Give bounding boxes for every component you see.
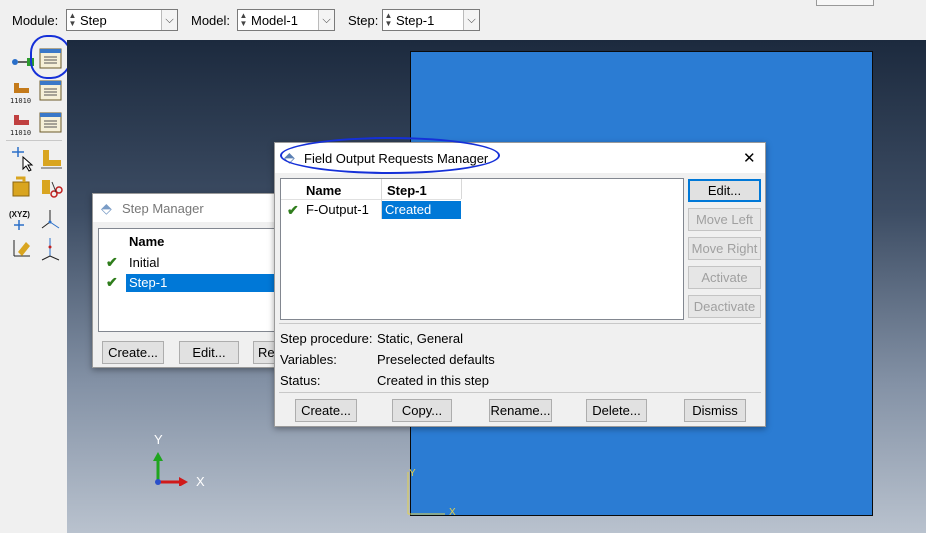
fom-row-status[interactable]: Created [382,201,461,219]
step-row-initial[interactable]: Initial [126,254,289,272]
part-axis-y: Y [409,468,416,479]
model-value: Model-1 [251,13,298,28]
fom-column-step: Step-1 [387,183,427,198]
history-output-manager-icon[interactable] [38,110,64,134]
fom-delete-button[interactable]: Delete... [586,399,647,422]
fom-dismiss-button[interactable]: Dismiss [684,399,746,422]
datum-point-icon[interactable] [38,236,64,261]
model-label: Model: [191,13,231,28]
toolbox: 11010 11010 (XYZ) [0,35,72,533]
fom-column-name: Name [306,183,342,198]
svg-text:11010: 11010 [10,97,31,105]
spinner-icon: ▲ ▼ [68,11,77,28]
check-icon: ✔ [106,274,118,290]
context-bar: Module: ▲ ▼ Step ⌵ Model: ▲ ▼ Model-1 ⌵ St… [0,0,926,40]
fom-copy-button[interactable]: Copy... [392,399,452,422]
model-combo[interactable]: ▲ ▼ Model-1 ⌵ [237,9,335,31]
select-tool-icon[interactable] [10,146,36,172]
step-manager-title: Step Manager [122,201,204,216]
cut-icon[interactable] [38,174,64,198]
check-icon: ✔ [106,254,118,270]
field-output-manager-dialog: ⬘ Field Output Requests Manager ✕ Name S… [274,142,766,427]
annotation-circle [30,35,72,79]
chevron-down-icon[interactable]: ⌵ [318,10,334,30]
fom-variables-label: Variables: [280,352,337,367]
load-icon[interactable] [38,146,64,170]
datum-axis-icon[interactable] [38,208,64,232]
history-output-request-icon[interactable]: 11010 [10,112,36,137]
svg-text:11010: 11010 [10,129,31,137]
fom-create-button[interactable]: Create... [295,399,357,422]
fom-rename-button[interactable]: Rename... [489,399,552,422]
partition-icon[interactable] [10,174,36,198]
fom-deactivate-button[interactable]: Deactivate [688,295,761,318]
column-divider [461,179,462,199]
fom-procedure-value: Static, General [377,331,463,346]
toolbox-divider [6,140,62,141]
datum-csys-icon[interactable]: (XYZ) [8,208,34,232]
step-value: Step-1 [396,13,435,28]
fom-row-name[interactable]: F-Output-1 [306,201,369,219]
chevron-down-icon[interactable]: ⌵ [161,10,177,30]
fom-body: Name Step-1 ✔ F-Output-1 Created Edit...… [275,173,765,426]
app-icon: ⬘ [101,200,112,216]
field-output-request-icon[interactable]: 11010 [10,80,36,105]
fom-divider [279,392,761,393]
step-label: Step: [348,13,379,28]
check-icon: ✔ [287,202,299,218]
step-edit-button[interactable]: Edit... [179,341,239,364]
step-manager-titlebar[interactable]: ⬘ Step Manager [93,194,277,222]
spinner-icon: ▲ ▼ [239,11,248,28]
close-icon[interactable]: ✕ [743,149,756,167]
field-output-manager-icon[interactable] [38,78,64,102]
step-create-button[interactable]: Create... [102,341,164,364]
chevron-down-icon[interactable]: ⌵ [463,10,479,30]
fom-request-table[interactable]: Name Step-1 ✔ F-Output-1 Created [280,178,684,320]
fom-move-left-button[interactable]: Move Left [688,208,761,231]
spinner-icon: ▲ ▼ [384,11,393,28]
part-axis-x: X [449,507,456,518]
step-manager-dialog: ⬘ Step Manager Name ✔ Initial ✔ Step-1 C… [92,193,293,368]
svg-text:(XYZ): (XYZ) [9,210,30,219]
step-manager-body: Name ✔ Initial ✔ Step-1 Create... Edit..… [93,222,293,367]
fom-procedure-label: Step procedure: [280,331,373,346]
fom-move-right-button[interactable]: Move Right [688,237,761,260]
window-controls[interactable] [816,0,874,6]
module-combo[interactable]: ▲ ▼ Step ⌵ [66,9,178,31]
fom-variables-value: Preselected defaults [377,352,495,367]
triad-x-label: X [196,474,205,489]
module-value: Step [80,13,107,28]
module-label: Module: [12,13,59,28]
fom-status-value: Created in this step [377,373,490,388]
step-list-header: Name [129,234,165,249]
datum-plane-icon[interactable] [10,236,36,260]
fom-status-label: Status: [280,373,321,388]
step-combo[interactable]: ▲ ▼ Step-1 ⌵ [382,9,480,31]
step-row-step1[interactable]: Step-1 [126,274,289,292]
fom-activate-button[interactable]: Activate [688,266,761,289]
fom-edit-button[interactable]: Edit... [688,179,761,202]
fom-divider [279,323,761,324]
triad-y-label: Y [154,432,163,447]
step-list[interactable]: Name ✔ Initial ✔ Step-1 [98,228,289,332]
annotation-ellipse [280,137,500,174]
